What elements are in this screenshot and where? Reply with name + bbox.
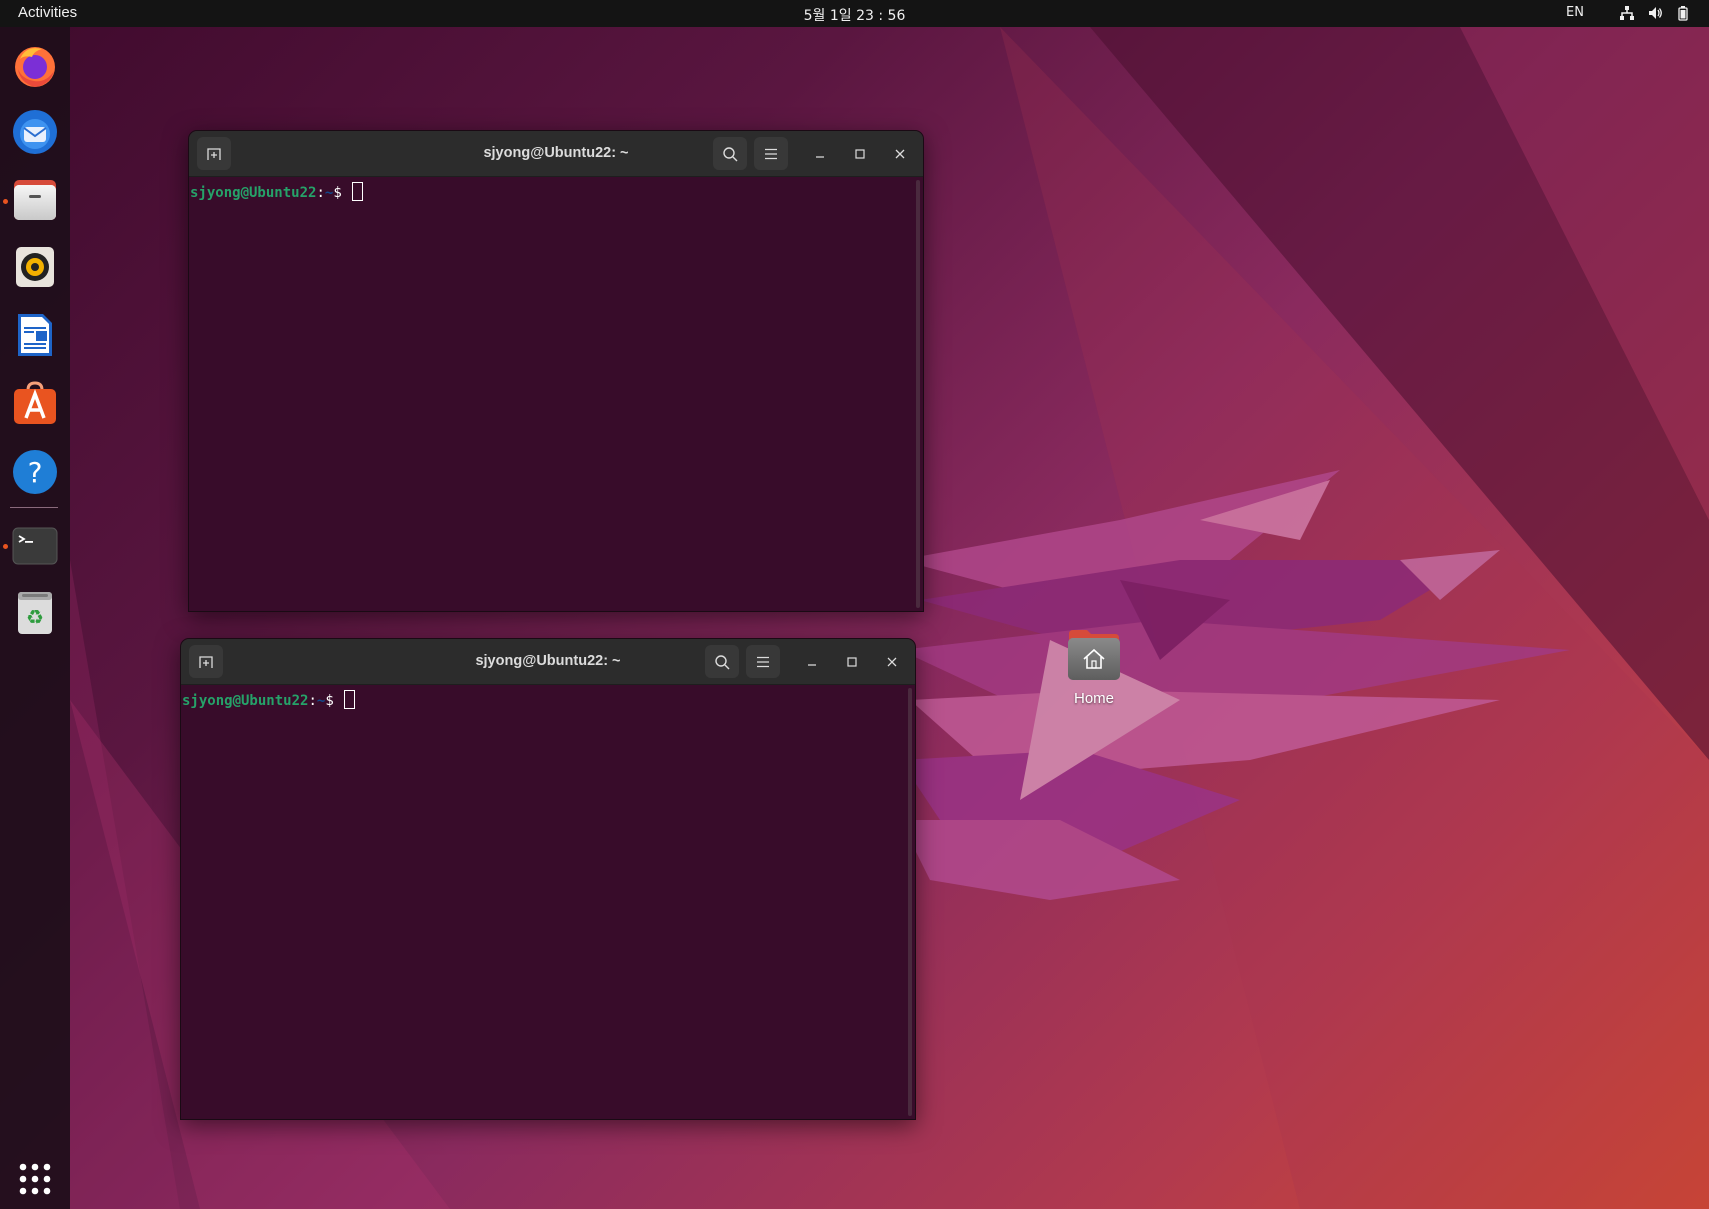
dock-item-firefox[interactable] bbox=[10, 41, 60, 91]
writer-icon bbox=[18, 314, 52, 356]
title-bar[interactable]: sjyong@Ubuntu22: ~ bbox=[181, 639, 915, 685]
help-icon: ? bbox=[13, 450, 57, 494]
prompt-separator: : bbox=[308, 693, 317, 709]
clock: 5월 1일 23 : 56 bbox=[0, 5, 1709, 25]
terminal-output[interactable]: sjyong@Ubuntu22:~$ bbox=[189, 177, 923, 611]
running-indicator bbox=[3, 199, 8, 204]
maximize-button[interactable] bbox=[842, 652, 862, 672]
battery-icon[interactable] bbox=[1675, 5, 1691, 21]
text-cursor bbox=[352, 182, 364, 201]
title-bar[interactable]: sjyong@Ubuntu22: ~ bbox=[189, 131, 923, 177]
network-icon[interactable] bbox=[1619, 5, 1635, 21]
dock-item-files[interactable] bbox=[10, 175, 60, 225]
software-store-icon bbox=[14, 381, 56, 424]
close-button[interactable] bbox=[890, 144, 910, 164]
terminal-icon bbox=[12, 527, 58, 565]
dock-separator bbox=[10, 507, 58, 508]
prompt-user: sjyong@Ubuntu22 bbox=[182, 693, 309, 709]
scrollbar[interactable] bbox=[908, 688, 912, 1116]
trash-icon: ♻ bbox=[18, 592, 52, 634]
language-indicator[interactable]: EN bbox=[1566, 5, 1584, 20]
dock-item-rhythmbox[interactable] bbox=[10, 242, 60, 292]
files-icon bbox=[14, 180, 56, 220]
prompt-separator: : bbox=[316, 185, 325, 201]
search-button[interactable] bbox=[713, 137, 747, 170]
close-icon bbox=[887, 657, 897, 667]
prompt-user: sjyong@Ubuntu22 bbox=[190, 185, 317, 201]
shell-prompt: sjyong@Ubuntu22:~$ bbox=[182, 690, 356, 709]
minimize-icon bbox=[808, 664, 816, 666]
dock-item-trash[interactable]: ♻ bbox=[10, 588, 60, 638]
firefox-icon bbox=[15, 47, 55, 87]
minimize-button[interactable] bbox=[810, 144, 830, 164]
terminal-output[interactable]: sjyong@Ubuntu22:~$ bbox=[181, 685, 915, 1119]
dock-item-writer[interactable] bbox=[10, 310, 60, 360]
rhythmbox-icon bbox=[16, 247, 54, 287]
scrollbar[interactable] bbox=[916, 180, 920, 608]
close-button[interactable] bbox=[882, 652, 902, 672]
svg-text:♻: ♻ bbox=[26, 605, 44, 629]
prompt-symbol: $ bbox=[325, 693, 343, 709]
dock-item-thunderbird[interactable] bbox=[10, 107, 60, 157]
maximize-button[interactable] bbox=[850, 144, 870, 164]
terminal-window[interactable]: sjyong@Ubuntu22: ~ sjyong@Ubuntu22:~$ bbox=[188, 130, 924, 612]
maximize-icon bbox=[847, 657, 857, 667]
shell-prompt: sjyong@Ubuntu22:~$ bbox=[190, 182, 364, 201]
search-button[interactable] bbox=[705, 645, 739, 678]
hamburger-menu-icon bbox=[757, 656, 769, 667]
desktop-icon-label: Home bbox=[1073, 690, 1114, 707]
clock-button[interactable]: 5월 1일 23 : 56 bbox=[804, 8, 906, 24]
prompt-symbol: $ bbox=[333, 185, 351, 201]
terminal-window[interactable]: sjyong@Ubuntu22: ~ sjyong@Ubuntu22:~$ bbox=[180, 638, 916, 1120]
volume-icon[interactable] bbox=[1647, 5, 1663, 21]
dock-item-ubuntu-software[interactable] bbox=[10, 378, 60, 428]
maximize-icon bbox=[855, 149, 865, 159]
svg-text:?: ? bbox=[28, 456, 43, 489]
menu-button[interactable] bbox=[754, 137, 788, 170]
show-applications-icon bbox=[19, 1163, 51, 1195]
search-icon bbox=[723, 146, 738, 161]
dock-item-help[interactable]: ? bbox=[10, 447, 60, 497]
home-folder-icon bbox=[1068, 630, 1120, 680]
dock: ? ♻ bbox=[0, 27, 70, 1209]
dock-item-terminal[interactable] bbox=[10, 521, 60, 571]
hamburger-menu-icon bbox=[765, 148, 777, 159]
show-applications-button[interactable] bbox=[10, 1154, 60, 1204]
thunderbird-icon bbox=[13, 110, 57, 154]
minimize-button[interactable] bbox=[802, 652, 822, 672]
running-indicator bbox=[3, 544, 8, 549]
desktop-icon-home[interactable]: Home bbox=[1059, 628, 1129, 707]
menu-button[interactable] bbox=[746, 645, 780, 678]
close-icon bbox=[895, 149, 905, 159]
top-bar: Activities 5월 1일 23 : 56 EN bbox=[0, 0, 1709, 27]
search-icon bbox=[715, 654, 730, 669]
text-cursor bbox=[344, 690, 356, 709]
minimize-icon bbox=[816, 156, 824, 158]
